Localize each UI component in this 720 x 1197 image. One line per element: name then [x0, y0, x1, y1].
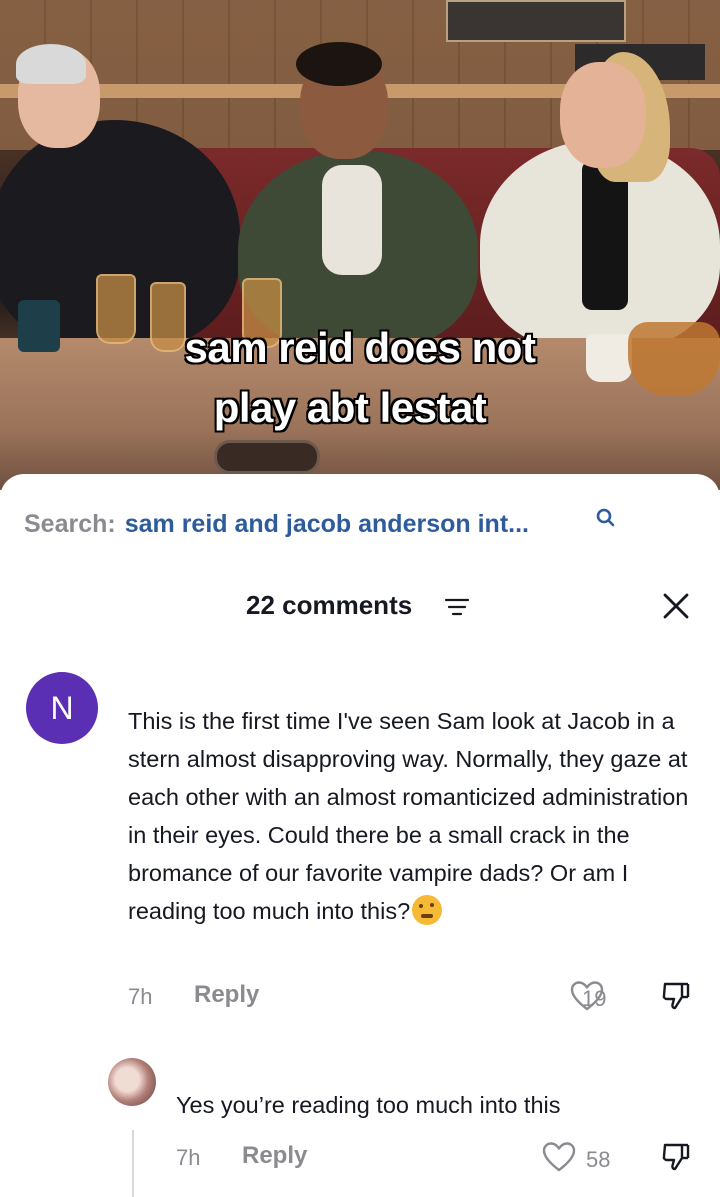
- dislike-icon[interactable]: [660, 1141, 692, 1173]
- avatar-letter: N: [50, 689, 74, 726]
- comment-text: This is the first time I've seen Sam loo…: [128, 702, 708, 930]
- thread-line: [132, 1130, 134, 1197]
- person-center-hair: [296, 42, 382, 86]
- avatar[interactable]: N: [26, 672, 98, 744]
- video-player[interactable]: sam reid does not play abt lestat: [0, 0, 720, 490]
- person-right-head: [560, 62, 646, 168]
- poster: [446, 0, 626, 42]
- reply-actions: 7h Reply 58: [176, 1139, 708, 1175]
- like-count: 19: [582, 986, 607, 1011]
- reply-button[interactable]: Reply: [194, 981, 259, 1009]
- comment-count: 22 comments: [246, 590, 413, 620]
- reply-button[interactable]: Reply: [242, 1142, 307, 1170]
- dislike-icon[interactable]: [660, 980, 692, 1012]
- search-prefix: Search:: [24, 510, 116, 538]
- video-caption-line-2: play abt lestat: [212, 383, 488, 433]
- sort-icon[interactable]: [444, 596, 470, 618]
- video-caption-line-1: sam reid does not: [183, 323, 537, 373]
- comments-header: 22 comments: [0, 586, 720, 626]
- related-search[interactable]: Search: sam reid and jacob anderson int.…: [24, 510, 529, 539]
- thinking-face-icon: [412, 895, 443, 925]
- comment-actions: 7h Reply 19: [128, 978, 708, 1014]
- close-icon[interactable]: [660, 590, 692, 622]
- sticker-overlay: [214, 440, 320, 474]
- heart-icon[interactable]: [542, 1141, 576, 1173]
- comment-time: 7h: [128, 984, 153, 1009]
- person-right-shirt: [582, 160, 628, 310]
- search-query-link[interactable]: sam reid and jacob anderson int...: [125, 510, 529, 539]
- person-left-hair: [16, 44, 86, 84]
- reply-time: 7h: [176, 1145, 201, 1170]
- search-icon[interactable]: [594, 506, 618, 530]
- reply-avatar[interactable]: [108, 1058, 156, 1106]
- like-count: 58: [586, 1147, 611, 1172]
- comments-sheet: Search: sam reid and jacob anderson int.…: [0, 474, 720, 1197]
- reply-text: Yes you’re reading too much into this: [176, 1092, 561, 1118]
- person-center-shirt: [322, 165, 382, 275]
- comment-body: This is the first time I've seen Sam loo…: [128, 708, 689, 924]
